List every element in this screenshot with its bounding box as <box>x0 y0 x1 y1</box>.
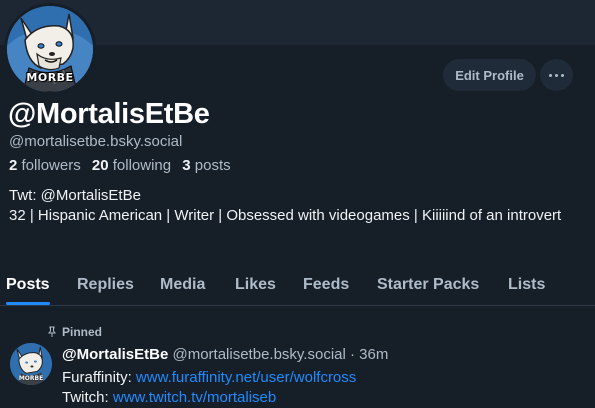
tab-likes[interactable]: Likes <box>235 276 276 294</box>
ellipsis-icon <box>548 73 566 77</box>
post-text-line: Twitch: www.twitch.tv/mortaliseb <box>62 389 276 406</box>
tab-lists[interactable]: Lists <box>508 276 545 294</box>
followers-stat[interactable]: 2 followers <box>9 157 81 174</box>
pinned-indicator: Pinned <box>47 325 102 339</box>
post-author-handle[interactable]: @mortalisetbe.bsky.social <box>172 346 345 363</box>
edit-profile-button[interactable]: Edit Profile <box>443 59 536 91</box>
post-avatar-caption: MORBE <box>18 375 44 382</box>
tab-replies[interactable]: Replies <box>77 276 134 294</box>
pinned-label: Pinned <box>62 325 103 339</box>
bio-line: 32 | Hispanic American | Writer | Obsess… <box>9 207 562 224</box>
post-separator: · <box>350 346 355 363</box>
profile-bio: Twt: @MortalisEtBe 32 | Hispanic America… <box>9 186 569 226</box>
furaffinity-link[interactable]: www.furaffinity.net/user/wolfcross <box>136 369 356 386</box>
posts-label: posts <box>194 157 231 174</box>
posts-stat: 3 posts <box>182 157 230 174</box>
profile-avatar[interactable]: MORBE <box>4 3 96 95</box>
profile-tabs: Posts Replies Media Likes Feeds Starter … <box>0 266 595 306</box>
following-count: 20 <box>91 157 109 174</box>
post-line-prefix: Furaffinity: <box>62 369 136 386</box>
posts-count: 3 <box>182 157 191 174</box>
profile-stats: 2 followers 20 following 3 posts <box>9 157 238 174</box>
bio-line: Twt: @MortalisEtBe <box>9 187 141 204</box>
pin-icon <box>48 326 56 337</box>
profile-handle: @mortalisetbe.bsky.social <box>9 133 183 150</box>
post-header: @MortalisEtBe @mortalisetbe.bsky.social … <box>62 346 388 363</box>
post-text-line: Furaffinity: www.furaffinity.net/user/wo… <box>62 369 356 386</box>
avatar-image: MORBE <box>7 6 93 92</box>
tab-posts[interactable]: Posts <box>6 276 50 294</box>
post-line-prefix: Twitch: <box>62 389 113 406</box>
followers-count: 2 <box>9 157 18 174</box>
post-author-avatar[interactable]: MORBE <box>10 343 52 385</box>
following-label: following <box>112 157 172 174</box>
post-time[interactable]: 36m <box>359 346 388 363</box>
following-stat[interactable]: 20 following <box>92 157 171 174</box>
display-name: @MortalisEtBe <box>8 98 210 130</box>
twitch-link[interactable]: www.twitch.tv/mortaliseb <box>113 389 276 406</box>
active-tab-indicator <box>6 302 50 305</box>
more-options-button[interactable] <box>540 59 573 91</box>
tab-feeds[interactable]: Feeds <box>303 276 349 294</box>
followers-label: followers <box>21 157 81 174</box>
tab-starter-packs[interactable]: Starter Packs <box>377 276 479 294</box>
tab-media[interactable]: Media <box>160 276 205 294</box>
avatar-caption: MORBE <box>26 71 74 84</box>
post-author-name[interactable]: @MortalisEtBe <box>62 346 168 363</box>
